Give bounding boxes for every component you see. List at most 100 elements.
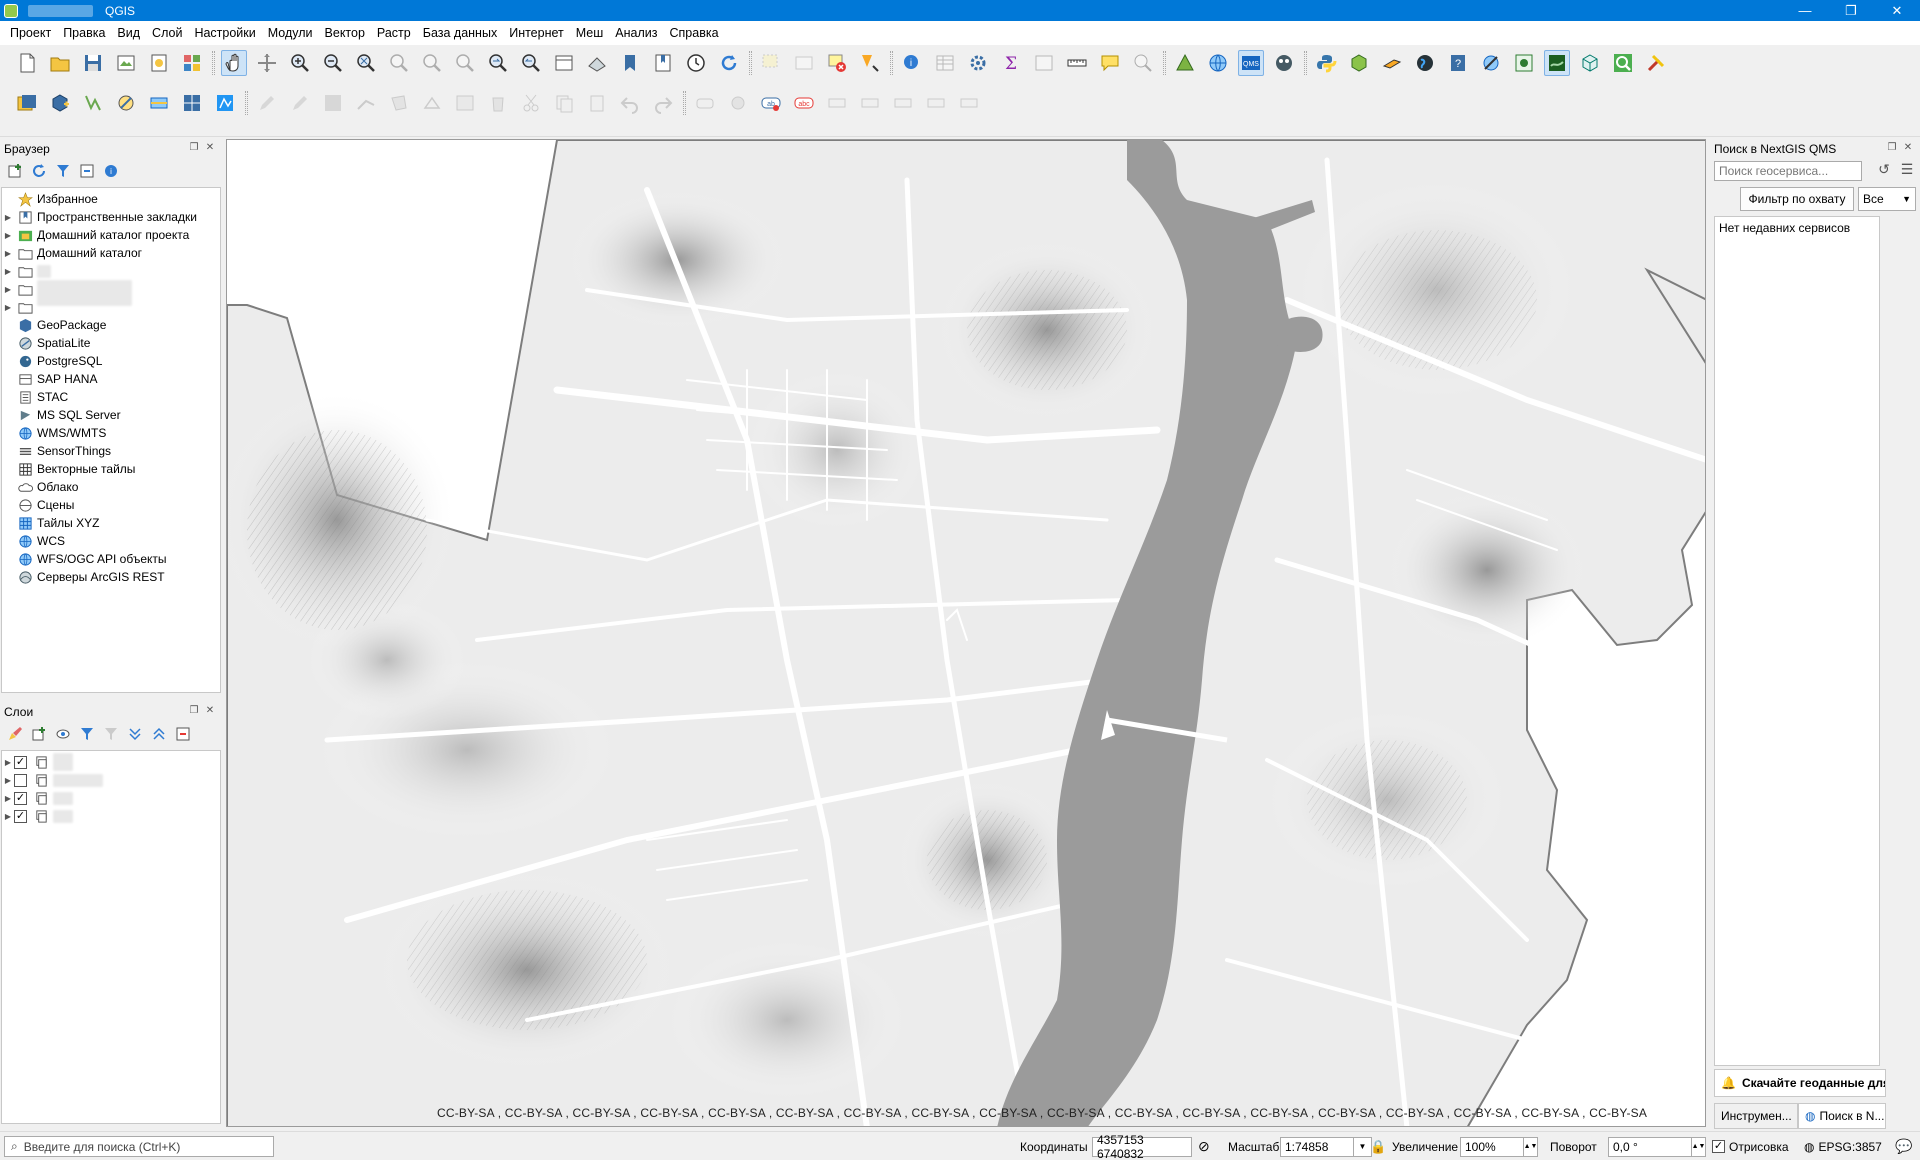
- arrow-plugin-icon[interactable]: [1379, 50, 1405, 76]
- lock-scale-icon[interactable]: 🔒: [1370, 1132, 1386, 1160]
- zoom-next-icon[interactable]: [518, 50, 544, 76]
- expand-arrow-icon[interactable]: ▶: [2, 231, 14, 240]
- add-selected-layers-icon[interactable]: [4, 160, 26, 182]
- nextgis-data-icon[interactable]: [1544, 50, 1570, 76]
- open-project-icon[interactable]: [47, 50, 73, 76]
- toggle-editing-icon[interactable]: [287, 90, 313, 116]
- expand-arrow-icon[interactable]: ▶: [2, 249, 14, 258]
- zoom-out-icon[interactable]: [320, 50, 346, 76]
- qms-download-banner[interactable]: 🔔 Скачайте геоданные для прое: [1714, 1069, 1886, 1097]
- qms-search-input[interactable]: Поиск геосервиса...: [1714, 161, 1862, 181]
- geodetic-triangle-icon[interactable]: [1172, 50, 1198, 76]
- expand-arrow-icon[interactable]: ▶: [2, 285, 14, 294]
- refresh-browser-icon[interactable]: [28, 160, 50, 182]
- browser-item-mssql[interactable]: MS SQL Server: [2, 406, 220, 424]
- add-polygon-icon[interactable]: [386, 90, 412, 116]
- float-panel-icon[interactable]: ❐: [188, 705, 200, 717]
- layer-item[interactable]: ▶ ✓: [2, 753, 220, 771]
- layer-visibility-checkbox[interactable]: ✓: [14, 755, 27, 769]
- redo-icon[interactable]: [650, 90, 676, 116]
- layer-visibility-checkbox[interactable]: [14, 773, 27, 787]
- qms-plugin-icon[interactable]: QMS: [1238, 50, 1264, 76]
- toggle-extents-icon[interactable]: ⊘: [1198, 1132, 1210, 1160]
- browser-item-wcs[interactable]: WCS: [2, 532, 220, 550]
- menu-web[interactable]: Интернет: [503, 21, 570, 45]
- show-bookmarks-icon[interactable]: [650, 50, 676, 76]
- menu-settings[interactable]: Настройки: [188, 21, 261, 45]
- data-source-manager-icon[interactable]: [14, 90, 40, 116]
- menu-analysis[interactable]: Анализ: [609, 21, 663, 45]
- expand-arrow-icon[interactable]: ▶: [2, 213, 14, 222]
- select-by-value-icon[interactable]: [791, 50, 817, 76]
- properties-info-icon[interactable]: i: [100, 160, 122, 182]
- manage-visibility-icon[interactable]: [52, 723, 74, 745]
- spinner-icon[interactable]: ▲▼: [1692, 1136, 1706, 1157]
- render-checkbox[interactable]: ✓: [1712, 1140, 1725, 1153]
- spinner-icon[interactable]: ▲▼: [1524, 1136, 1538, 1157]
- coords-field[interactable]: 4357153 6740832: [1092, 1132, 1192, 1160]
- close-panel-icon[interactable]: ✕: [1902, 142, 1914, 154]
- browser-item-cloud[interactable]: Облако: [2, 478, 220, 496]
- save-edits-icon[interactable]: [320, 90, 346, 116]
- globe-plugin-icon[interactable]: [1205, 50, 1231, 76]
- python-console-icon[interactable]: [1313, 50, 1339, 76]
- remove-layer-icon[interactable]: [172, 723, 194, 745]
- expand-arrow-icon[interactable]: ▶: [2, 776, 14, 785]
- menu-raster[interactable]: Растр: [371, 21, 417, 45]
- layout-manager-icon[interactable]: [146, 50, 172, 76]
- float-panel-icon[interactable]: ❐: [1886, 142, 1898, 154]
- float-panel-icon[interactable]: ❐: [188, 142, 200, 154]
- new-geopackage-layer-icon[interactable]: [47, 90, 73, 116]
- new-virtual-layer-icon[interactable]: [179, 90, 205, 116]
- deselect-features-icon[interactable]: [824, 50, 850, 76]
- browser-item-drive-1[interactable]: ▶: [2, 262, 220, 280]
- pan-map-icon[interactable]: [221, 50, 247, 76]
- pin-labels-icon[interactable]: [824, 90, 850, 116]
- refresh-icon[interactable]: [716, 50, 742, 76]
- vertex-tool-icon[interactable]: [419, 90, 445, 116]
- add-group-icon[interactable]: [28, 723, 50, 745]
- 3d-box-icon[interactable]: [1577, 50, 1603, 76]
- new-mesh-layer-icon[interactable]: [212, 90, 238, 116]
- plugin-cube-icon[interactable]: [1346, 50, 1372, 76]
- browser-item-spatialite[interactable]: SpatiaLite: [2, 334, 220, 352]
- close-panel-icon[interactable]: ✕: [204, 705, 216, 717]
- new-spatialite-layer-icon[interactable]: [113, 90, 139, 116]
- browser-item-geopackage[interactable]: GeoPackage: [2, 316, 220, 334]
- select-location-icon[interactable]: [857, 50, 883, 76]
- browser-item-sap-hana[interactable]: SAP HANA: [2, 370, 220, 388]
- browser-item-drive-2[interactable]: ▶: [2, 280, 220, 306]
- zoom-native-icon[interactable]: [452, 50, 478, 76]
- new-3d-view-icon[interactable]: [584, 50, 610, 76]
- label-tool-icon[interactable]: [692, 90, 718, 116]
- collapse-all-icon[interactable]: [76, 160, 98, 182]
- pan-to-selection-icon[interactable]: [254, 50, 280, 76]
- menu-mesh[interactable]: Меш: [570, 21, 610, 45]
- bookmark-icon[interactable]: [617, 50, 643, 76]
- magnifier-field[interactable]: 100% ▲▼: [1460, 1132, 1538, 1160]
- layer-visibility-checkbox[interactable]: ✓: [14, 809, 27, 823]
- digitize-line-icon[interactable]: [353, 90, 379, 116]
- menu-icon[interactable]: ☰: [1898, 161, 1916, 181]
- layer-item[interactable]: ▶: [2, 771, 220, 789]
- new-temporary-layer-icon[interactable]: [146, 90, 172, 116]
- tab-tools[interactable]: Инструмен...: [1714, 1103, 1798, 1129]
- highlight-labels-icon[interactable]: [857, 90, 883, 116]
- render-toggle[interactable]: ✓ Отрисовка: [1712, 1132, 1789, 1160]
- edit-pencil-icon[interactable]: [254, 90, 280, 116]
- browser-item-sensorthings[interactable]: SensorThings: [2, 442, 220, 460]
- browser-item-wfs[interactable]: WFS/OGC API объекты: [2, 550, 220, 568]
- menu-help[interactable]: Справка: [664, 21, 725, 45]
- open-layer-styling-icon[interactable]: [4, 723, 26, 745]
- zoom-in-icon[interactable]: [287, 50, 313, 76]
- delete-selected-icon[interactable]: [485, 90, 511, 116]
- browser-item-project-home[interactable]: ▶ Домашний каталог проекта: [2, 226, 220, 244]
- tools-plugin-icon[interactable]: [1643, 50, 1669, 76]
- change-label-icon[interactable]: [956, 90, 982, 116]
- expand-arrow-icon[interactable]: ▶: [2, 794, 14, 803]
- menu-layer[interactable]: Слой: [146, 21, 188, 45]
- earth-plugin-icon[interactable]: [1412, 50, 1438, 76]
- browser-item-home[interactable]: ▶ Домашний каталог: [2, 244, 220, 262]
- help-icon[interactable]: ?: [1445, 50, 1471, 76]
- layer-item[interactable]: ▶ ✓: [2, 807, 220, 825]
